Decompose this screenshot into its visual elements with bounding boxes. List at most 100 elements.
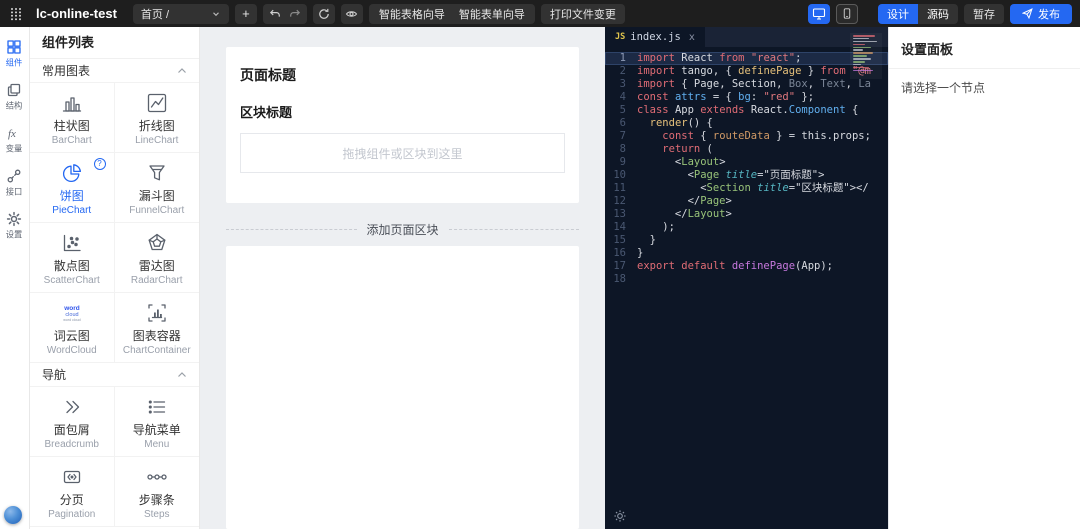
help-question-badge[interactable]: ? bbox=[93, 158, 106, 170]
line-number: 1 bbox=[619, 52, 626, 64]
settings-panel: 设置面板 请选择一个节点 bbox=[888, 27, 1080, 529]
component-item-Pagination[interactable]: 分页 Pagination bbox=[30, 457, 115, 527]
section-header-常用图表[interactable]: 常用图表 bbox=[30, 59, 199, 83]
svg-text:word cloud: word cloud bbox=[63, 318, 80, 322]
desktop-view-button[interactable] bbox=[808, 3, 830, 24]
add-page-button[interactable]: + bbox=[234, 3, 257, 24]
design-canvas[interactable]: 页面标题 区块标题 拖拽组件或区块到这里 添加页面区块 bbox=[200, 27, 605, 529]
code-line-content: <Layout> bbox=[637, 156, 726, 169]
component-name-en: Breadcrumb bbox=[44, 439, 99, 450]
minimap-line bbox=[853, 69, 873, 72]
refresh-icon[interactable] bbox=[312, 3, 335, 24]
component-item-LineChart[interactable]: 折线图 LineChart bbox=[114, 83, 199, 153]
tab-indexjs[interactable]: JS index.js x bbox=[605, 27, 705, 47]
scatter-chart-icon bbox=[32, 230, 112, 256]
code-token: Text bbox=[820, 78, 846, 90]
code-line-content: return ( bbox=[637, 143, 713, 156]
settings-gear-icon bbox=[6, 211, 22, 227]
minimap-line bbox=[853, 66, 869, 69]
smart-form-wizard-button[interactable]: 智能表单向导 bbox=[459, 6, 525, 22]
canvas-page-title[interactable]: 页面标题 bbox=[240, 65, 565, 85]
component-item-BarChart[interactable]: 柱状图 BarChart bbox=[30, 83, 115, 153]
component-item-FunnelChart[interactable]: 漏斗图 FunnelChart bbox=[114, 153, 199, 223]
component-name-zh: 折线图 bbox=[138, 119, 175, 133]
sidebar-item-变量[interactable]: fx 变量 bbox=[5, 125, 23, 155]
code-token: "react" bbox=[750, 52, 796, 64]
topbar: lc-online-test 首页 / + 智能表格向导 智能表单向导 打印文件… bbox=[0, 0, 1080, 27]
mobile-view-button[interactable] bbox=[836, 3, 858, 24]
section-header-导航[interactable]: 导航 bbox=[30, 363, 199, 387]
page-selector[interactable]: 首页 / bbox=[132, 3, 229, 24]
sidebar-item-label: 组件 bbox=[6, 58, 23, 68]
minimap-line bbox=[853, 40, 877, 43]
dropzone-placeholder: 拖拽组件或区块到这里 bbox=[342, 146, 463, 161]
code-line: 10 <Page title="页面标题"> bbox=[605, 169, 888, 182]
app-title: lc-online-test bbox=[36, 6, 117, 21]
component-name-en: Pagination bbox=[48, 509, 96, 520]
component-panel-title: 组件列表 bbox=[30, 27, 199, 59]
code-token: const bbox=[662, 130, 694, 142]
code-token: > bbox=[725, 195, 732, 207]
component-item-Steps[interactable]: 步骤条 Steps bbox=[114, 457, 199, 527]
sidebar-item-组件[interactable]: 组件 bbox=[5, 39, 23, 69]
code-token: > bbox=[725, 208, 732, 220]
code-token: } bbox=[801, 65, 821, 77]
svg-text:fx: fx bbox=[8, 128, 16, 140]
component-item-WordCloud[interactable]: word cloud word cloud 词云图 WordCloud bbox=[30, 293, 115, 363]
minimap-line bbox=[853, 43, 865, 46]
component-item-Menu[interactable]: 导航菜单 Menu bbox=[114, 387, 199, 457]
print-file-change-button[interactable]: 打印文件变更 bbox=[540, 3, 625, 24]
component-name-en: ChartContainer bbox=[122, 345, 191, 356]
code-line: 4 const attrs = { bg: "red" }; bbox=[605, 91, 888, 104]
code-token: : bbox=[750, 91, 764, 103]
add-page-section-button[interactable]: 添加页面区块 bbox=[226, 221, 579, 238]
mode-design-tab[interactable]: 设计 bbox=[878, 3, 918, 24]
code-token: from bbox=[719, 52, 751, 64]
redo-icon[interactable] bbox=[289, 8, 301, 19]
code-token: ></ bbox=[849, 182, 869, 194]
desktop-icon bbox=[812, 7, 826, 20]
code-token: () { bbox=[687, 117, 713, 129]
undo-icon[interactable] bbox=[269, 8, 281, 19]
smart-table-wizard-button[interactable]: 智能表格向导 bbox=[379, 6, 445, 22]
preview-eye-icon[interactable] bbox=[340, 3, 363, 24]
component-item-Breadcrumb[interactable]: 面包屑 Breadcrumb bbox=[30, 387, 115, 457]
component-item-RadarChart[interactable]: 雷达图 RadarChart bbox=[114, 223, 199, 293]
page-selector-label: 首页 / bbox=[140, 8, 170, 21]
activity-bar: 组件结构 fx 变量接口设置 bbox=[0, 27, 30, 529]
publish-button[interactable]: 发布 bbox=[1010, 3, 1072, 24]
code-token: < bbox=[637, 182, 707, 194]
component-item-ScatterChart[interactable]: 散点图 ScatterChart bbox=[30, 223, 115, 293]
app-launcher-grid-dots-icon[interactable] bbox=[10, 7, 22, 21]
canvas-section-title[interactable]: 区块标题 bbox=[240, 102, 565, 121]
component-item-ChartContainer[interactable]: 图表容器 ChartContainer bbox=[114, 293, 199, 363]
component-item-PieChart[interactable]: 饼图 PieChart? bbox=[30, 153, 115, 223]
code-token: definePage bbox=[738, 65, 802, 77]
tab-close-icon[interactable]: x bbox=[689, 32, 695, 43]
stash-button[interactable]: 暂存 bbox=[964, 3, 1004, 24]
mode-source-tab[interactable]: 源码 bbox=[918, 3, 958, 24]
code-token: { bbox=[845, 104, 859, 116]
component-grid: 柱状图 BarChart 折线图 LineChart 饼图 PieChart? 漏斗图 Fun… bbox=[30, 83, 199, 363]
sidebar-item-结构[interactable]: 结构 bbox=[5, 82, 23, 112]
component-panel: 组件列表 常用图表柱状图 BarChart 折线图 LineChart 饼图 PieCha… bbox=[30, 27, 200, 529]
funnel-chart-icon bbox=[117, 160, 198, 186]
editor-minimap[interactable] bbox=[850, 33, 882, 79]
code-token: from bbox=[820, 65, 852, 77]
sidebar-item-接口[interactable]: 接口 bbox=[5, 168, 23, 198]
component-name-zh: 柱状图 bbox=[53, 119, 90, 133]
editor-settings-gear-icon[interactable] bbox=[613, 509, 627, 523]
line-number: 14 bbox=[613, 221, 626, 233]
empty-page-section[interactable] bbox=[226, 246, 579, 529]
code-token: La bbox=[858, 78, 871, 90]
section-title: 常用图表 bbox=[42, 64, 91, 78]
assistant-avatar-button[interactable] bbox=[4, 506, 22, 524]
component-dropzone[interactable]: 拖拽组件或区块到这里 bbox=[240, 133, 565, 173]
code-token: (App); bbox=[795, 260, 833, 272]
code-area[interactable]: 1 import React from "react"; 2 import tango… bbox=[605, 47, 888, 529]
line-number: 6 bbox=[619, 117, 626, 129]
settings-panel-title: 设置面板 bbox=[889, 27, 1080, 69]
line-number: 8 bbox=[619, 143, 626, 155]
code-token: </ bbox=[637, 208, 688, 220]
sidebar-item-设置[interactable]: 设置 bbox=[5, 211, 23, 241]
